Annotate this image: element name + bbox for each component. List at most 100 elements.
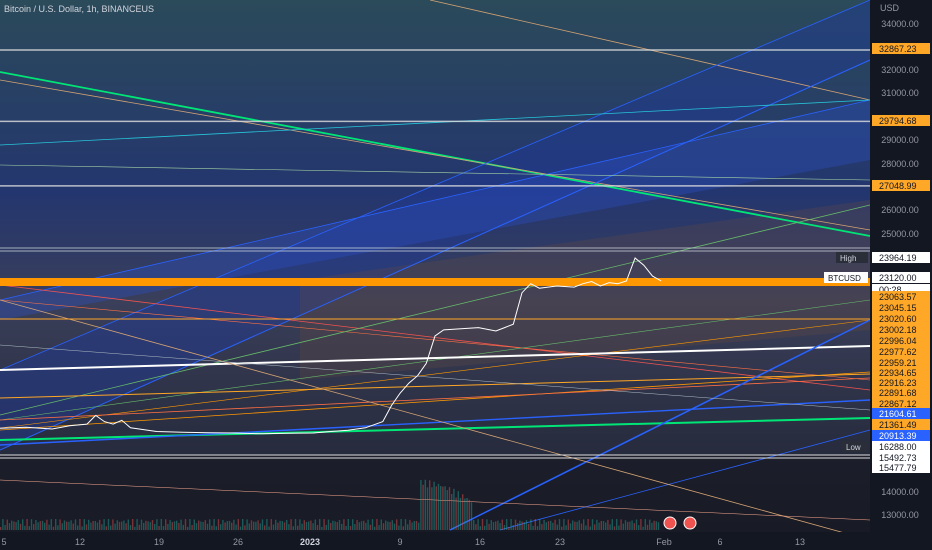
volume-bar — [477, 519, 479, 530]
volume-bar — [79, 519, 81, 530]
volume-bar — [354, 524, 356, 530]
volume-bar — [488, 523, 490, 530]
volume-bar — [127, 519, 129, 530]
volume-bar — [618, 525, 620, 530]
volume-bar — [459, 497, 462, 530]
price-tag: BTCUSD — [828, 274, 861, 283]
volume-bar — [162, 525, 165, 530]
volume-bar — [514, 519, 517, 530]
volume-bar — [563, 519, 565, 530]
price-tick-label: 28000.00 — [881, 159, 919, 169]
volume-bar — [638, 525, 640, 530]
volume-bar — [156, 519, 158, 530]
volume-bar — [35, 519, 37, 530]
volume-bar — [462, 494, 464, 530]
volume-bar — [94, 521, 96, 530]
volume-bar — [255, 521, 257, 530]
us-flag-event-icon — [663, 516, 677, 530]
volume-bar — [484, 525, 486, 530]
price-label: 22916.23 — [879, 378, 917, 388]
volume-bar — [506, 519, 508, 530]
volume-bar — [121, 521, 123, 530]
price-label: 15477.79 — [879, 463, 917, 473]
volume-bar — [292, 526, 294, 530]
volume-bar — [547, 521, 550, 530]
volume-bar — [178, 522, 180, 530]
volume-bar — [286, 519, 288, 530]
volume-bar — [508, 526, 510, 530]
volume-bar — [266, 519, 268, 530]
volume-bar — [352, 519, 354, 530]
volume-bar — [83, 519, 85, 530]
volume-bar — [176, 520, 178, 530]
volume-bar — [246, 519, 248, 530]
volume-bar — [116, 520, 118, 530]
volume-bar — [492, 522, 495, 530]
volume-bar — [41, 520, 44, 530]
volume-bar — [657, 522, 660, 530]
volume-bar — [378, 525, 380, 530]
volume-bar — [468, 499, 470, 530]
volume-bar — [565, 525, 567, 530]
volume-bar — [552, 522, 554, 530]
volume-bar — [642, 526, 644, 530]
volume-bar — [169, 520, 171, 530]
volume-bar — [151, 520, 154, 530]
us-flag-event-icon — [683, 516, 697, 530]
volume-bar — [253, 521, 255, 530]
volume-bar — [283, 522, 286, 530]
price-label: 20913.39 — [879, 431, 917, 441]
volume-bar — [193, 519, 195, 530]
price-chart[interactable]: 34000.00 32000.00 31000.00 29000.00 28000.00… — [0, 0, 932, 550]
volume-bar — [598, 522, 600, 530]
volume-bar — [525, 520, 528, 530]
volume-bar — [365, 522, 367, 530]
volume-bar — [215, 526, 217, 530]
price-tick-label: 14000.00 — [881, 487, 919, 497]
time-tick-label: 9 — [397, 537, 402, 547]
volume-bar — [11, 520, 13, 530]
volume-bar — [455, 497, 457, 530]
volume-bar — [389, 521, 391, 530]
volume-bar — [55, 519, 57, 530]
volume-bar — [530, 519, 532, 530]
volume-bar — [107, 519, 110, 530]
volume-bar — [26, 519, 28, 530]
volume-bar — [314, 519, 316, 530]
volume-bar — [167, 523, 169, 530]
volume-bar — [4, 524, 6, 530]
volume-bar — [349, 526, 352, 530]
price-tag: Low — [846, 443, 861, 452]
volume-bar — [279, 520, 281, 530]
volume-bar — [481, 519, 484, 530]
volume-bar — [558, 519, 561, 530]
volume-bar — [545, 522, 547, 530]
volume-bar — [264, 525, 266, 530]
volume-bar — [310, 520, 312, 530]
price-label: 21361.49 — [879, 420, 917, 430]
volume-bar — [583, 519, 585, 530]
volume-bar — [407, 524, 409, 530]
volume-bar — [380, 519, 382, 530]
volume-bar — [63, 520, 66, 530]
volume-bar — [429, 480, 431, 530]
volume-bar — [81, 526, 83, 530]
volume-bar — [486, 519, 488, 530]
volume-bar — [444, 486, 446, 530]
volume-bar — [237, 519, 239, 530]
volume-bar — [294, 519, 297, 530]
volume-bar — [74, 519, 77, 530]
price-tick-label: 25000.00 — [881, 229, 919, 239]
volume-bar — [136, 519, 138, 530]
volume-bar — [541, 524, 543, 530]
volume-bar — [418, 522, 420, 530]
volume-bar — [431, 487, 433, 530]
time-tick-label: 13 — [795, 537, 805, 547]
volume-bar — [44, 522, 46, 530]
volume-bar — [605, 522, 607, 530]
volume-bar — [479, 526, 481, 530]
volume-bar — [512, 524, 514, 530]
volume-bar — [248, 523, 250, 530]
volume-bar — [503, 524, 506, 530]
volume-bar — [600, 520, 602, 530]
